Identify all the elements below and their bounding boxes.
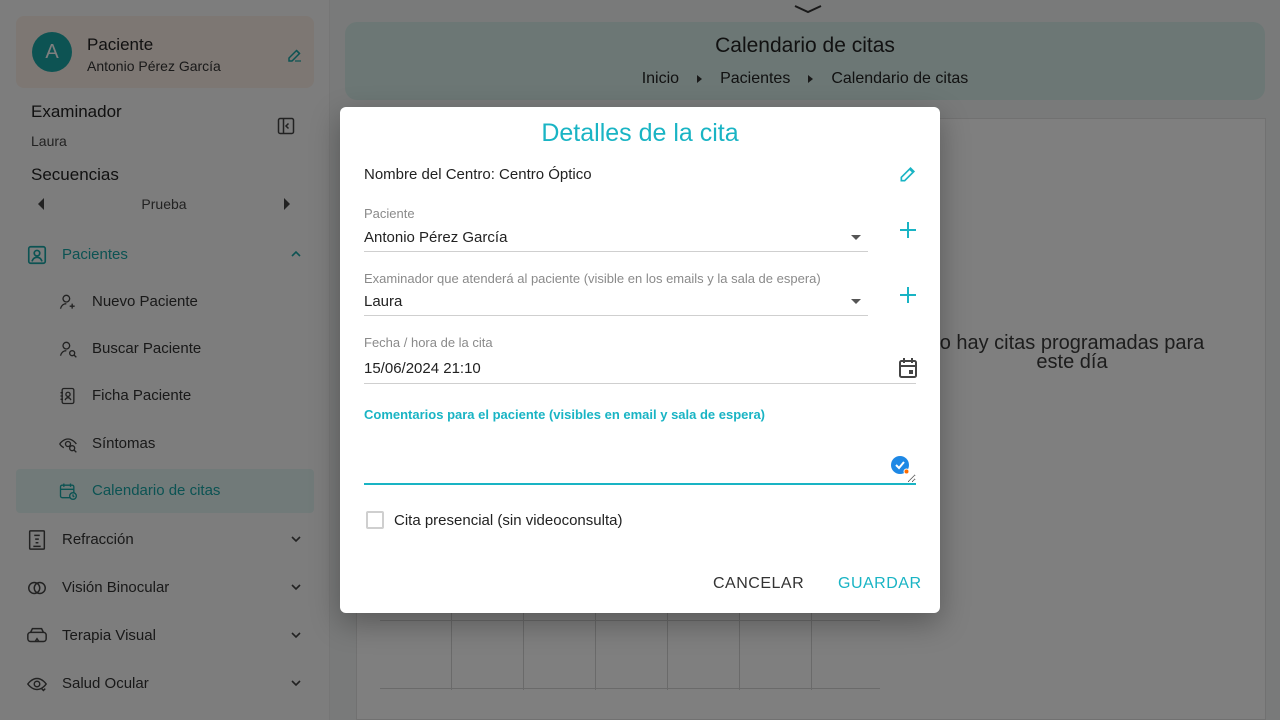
examiner-field-underline	[364, 315, 868, 316]
in-person-checkbox-label[interactable]: Cita presencial (sin videoconsulta)	[394, 512, 622, 529]
date-field-underline	[364, 383, 916, 384]
in-person-checkbox[interactable]	[366, 511, 384, 529]
save-button[interactable]: GUARDAR	[838, 575, 922, 593]
grammar-check-icon[interactable]	[890, 455, 910, 475]
add-examiner-icon[interactable]	[899, 286, 917, 304]
appointment-details-dialog: Detalles de la cita Nombre del Centro: C…	[340, 107, 940, 613]
calendar-icon[interactable]	[898, 357, 918, 379]
dialog-title: Detalles de la cita	[541, 119, 739, 147]
cancel-button[interactable]: CANCELAR	[713, 575, 804, 593]
date-field-label: Fecha / hora de la cita	[364, 335, 493, 350]
comments-textarea[interactable]	[364, 437, 916, 485]
comments-label: Comentarios para el paciente (visibles e…	[364, 407, 766, 422]
dropdown-arrow-icon[interactable]	[851, 235, 861, 240]
dropdown-arrow-icon[interactable]	[851, 299, 861, 304]
patient-field-underline	[364, 251, 868, 252]
patient-select[interactable]: Antonio Pérez García	[364, 229, 507, 246]
examiner-field-label: Examinador que atenderá al paciente (vis…	[364, 271, 821, 286]
date-input[interactable]: 15/06/2024 21:10	[364, 360, 481, 377]
add-patient-icon[interactable]	[899, 221, 917, 239]
examiner-select[interactable]: Laura	[364, 293, 402, 310]
patient-field-label: Paciente	[364, 206, 415, 221]
center-name: Nombre del Centro: Centro Óptico	[364, 166, 592, 183]
edit-center-icon[interactable]	[898, 164, 918, 184]
